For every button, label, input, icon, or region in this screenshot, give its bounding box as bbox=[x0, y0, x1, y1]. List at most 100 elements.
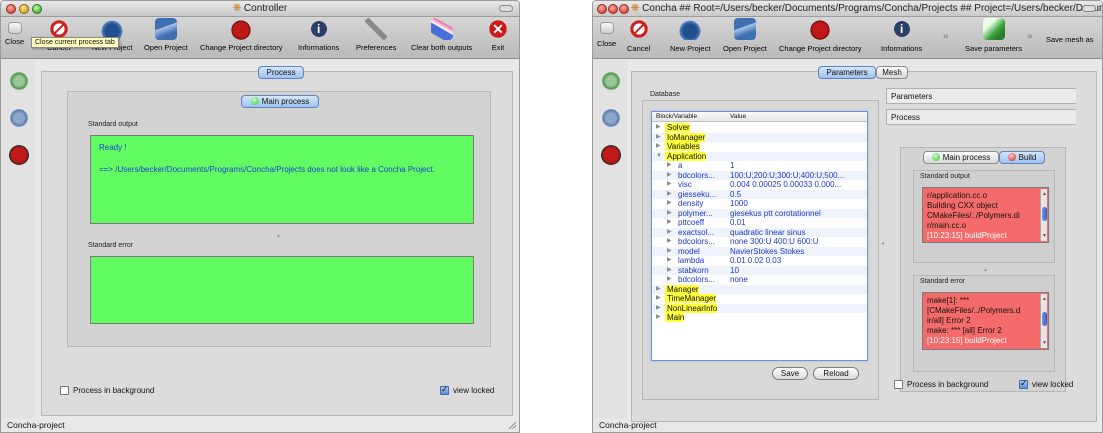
tree-row[interactable]: ▶ bdcolors... 100:U;200:U;300:U;400:U;500.… bbox=[652, 170, 867, 180]
checkbox-box[interactable] bbox=[60, 386, 69, 395]
standard-error-box[interactable] bbox=[90, 256, 474, 324]
tree-row[interactable]: ▶ giesseku... 0.5 bbox=[652, 189, 867, 199]
output-scrollbar[interactable]: ▲ ▼ bbox=[1040, 189, 1047, 241]
expand-triangle-icon[interactable]: ▶ bbox=[656, 313, 661, 322]
tree-row[interactable]: ▶ Manager bbox=[652, 284, 867, 294]
tree-row[interactable]: ▶ model NavierStokes Stokes bbox=[652, 246, 867, 256]
expand-triangle-icon[interactable]: ▶ bbox=[667, 190, 672, 199]
title-bar[interactable]: ❋ Concha ## Root=/Users/becker/Documents… bbox=[593, 1, 1102, 17]
standard-output-box[interactable]: r/application.cc.o Building CXX object C… bbox=[922, 187, 1049, 243]
tree-row[interactable]: ▶ NonLinearInfo bbox=[652, 303, 867, 313]
standard-output-box[interactable]: Ready ! ==> /Users/becker/Documents/Prog… bbox=[90, 135, 474, 224]
settings-gear-icon[interactable] bbox=[8, 70, 30, 92]
toolbar-toggle[interactable] bbox=[499, 5, 513, 12]
zoom-window-icon[interactable] bbox=[619, 4, 629, 14]
standard-error-box[interactable]: make[1]: *** [CMakeFiles/../Polymers.d i… bbox=[922, 292, 1049, 350]
change-directory-button[interactable]: Change Project directory bbox=[779, 18, 862, 53]
save-mesh-button[interactable]: Save mesh as bbox=[1046, 35, 1094, 44]
view-locked-checkbox[interactable]: view locked bbox=[440, 384, 494, 395]
expand-triangle-icon[interactable]: ▶ bbox=[656, 142, 661, 151]
informations-button[interactable]: i Informations bbox=[881, 18, 922, 53]
tree-row[interactable]: ▶ TimeManager bbox=[652, 294, 867, 303]
expand-triangle-icon[interactable]: ▶ bbox=[656, 304, 661, 313]
toolbar-overflow-chevron[interactable]: » bbox=[1027, 31, 1033, 42]
process-gear-icon[interactable] bbox=[8, 107, 30, 129]
scroll-thumb[interactable] bbox=[1042, 207, 1047, 221]
expand-triangle-icon[interactable]: ▶ bbox=[667, 228, 672, 237]
tree-row[interactable]: ▶ lambda 0.01 0.02 0.03 bbox=[652, 256, 867, 265]
tab-parameters[interactable]: Parameters bbox=[818, 66, 876, 79]
expand-triangle-icon[interactable]: ▶ bbox=[667, 247, 672, 256]
main-process-button[interactable]: Main process bbox=[241, 95, 319, 108]
tab-mesh[interactable]: Mesh bbox=[876, 66, 908, 79]
process-in-background-checkbox[interactable]: Process in background bbox=[60, 386, 154, 395]
save-parameters-button[interactable]: Save parameters bbox=[965, 18, 1022, 53]
checkbox-box[interactable] bbox=[894, 380, 903, 389]
splitter-handle[interactable]: ▴ bbox=[984, 266, 987, 273]
collapse-triangle-icon[interactable]: ▼ bbox=[656, 152, 662, 161]
settings-gear-icon[interactable] bbox=[600, 70, 622, 92]
scroll-down-icon[interactable]: ▼ bbox=[1041, 231, 1048, 241]
tree-row[interactable]: ▶ polymer... giesekus ptt corotationnel bbox=[652, 208, 867, 218]
close-tab-button[interactable]: Close bbox=[5, 18, 24, 46]
tree-row[interactable]: ▼ Application bbox=[652, 151, 867, 161]
expand-triangle-icon[interactable]: ▶ bbox=[667, 161, 672, 170]
new-project-button[interactable]: New Project bbox=[670, 18, 710, 53]
mesh-icon[interactable] bbox=[600, 143, 622, 165]
tree-row[interactable]: ▶ density 1000 bbox=[652, 199, 867, 208]
tree-row[interactable]: ▶ IoManager bbox=[652, 132, 867, 142]
close-tab-button[interactable]: Close bbox=[597, 18, 616, 48]
cancel-button[interactable]: Cancel bbox=[627, 18, 650, 53]
expand-triangle-icon[interactable]: ▶ bbox=[667, 237, 672, 246]
expand-triangle-icon[interactable]: ▶ bbox=[667, 266, 672, 275]
expand-triangle-icon[interactable]: ▶ bbox=[667, 180, 672, 189]
preferences-button[interactable]: Preferences bbox=[356, 18, 396, 52]
open-project-button[interactable]: Open Project bbox=[723, 18, 767, 53]
splitter-handle[interactable]: ◂ bbox=[881, 240, 884, 247]
tree-row[interactable]: ▶ bdcolors... none bbox=[652, 275, 867, 284]
expand-triangle-icon[interactable]: ▶ bbox=[656, 133, 661, 142]
minimize-window-icon[interactable] bbox=[608, 4, 618, 14]
clear-outputs-button[interactable]: Clear both outputs bbox=[411, 18, 472, 52]
save-button[interactable]: Save bbox=[772, 367, 808, 380]
exit-button[interactable]: ✕ Exit bbox=[487, 18, 509, 52]
tab-process[interactable]: Process bbox=[258, 66, 304, 79]
expand-triangle-icon[interactable]: ▶ bbox=[667, 275, 672, 284]
side-tab-process[interactable]: Process bbox=[886, 109, 1076, 125]
title-bar[interactable]: ❋ Controller bbox=[1, 1, 519, 17]
informations-button[interactable]: i Informations bbox=[298, 18, 339, 52]
expand-triangle-icon[interactable]: ▶ bbox=[667, 209, 672, 218]
expand-triangle-icon[interactable]: ▶ bbox=[656, 123, 661, 132]
reload-button[interactable]: Reload bbox=[813, 367, 859, 380]
side-tab-parameters[interactable]: Parameters bbox=[886, 88, 1076, 104]
expand-triangle-icon[interactable]: ▶ bbox=[667, 199, 672, 208]
expand-triangle-icon[interactable]: ▶ bbox=[656, 294, 661, 303]
expand-triangle-icon[interactable]: ▶ bbox=[667, 218, 672, 227]
tree-row[interactable]: ▶ Main bbox=[652, 313, 867, 322]
resize-grip-icon[interactable] bbox=[509, 422, 516, 429]
scroll-up-icon[interactable]: ▲ bbox=[1041, 189, 1048, 199]
checkbox-box-checked[interactable] bbox=[1019, 378, 1028, 389]
tree-row[interactable]: ▶ Solver bbox=[652, 123, 867, 132]
main-process-button[interactable]: Main process bbox=[923, 151, 999, 164]
build-button[interactable]: Build bbox=[999, 151, 1045, 164]
process-gear-icon[interactable] bbox=[600, 107, 622, 129]
tree-row[interactable]: ▶ bdcolors... none 300:U 400:U 600:U bbox=[652, 237, 867, 246]
splitter-handle[interactable]: ▴ bbox=[277, 232, 280, 239]
process-in-background-checkbox[interactable]: Process in background bbox=[894, 380, 988, 389]
scroll-thumb[interactable] bbox=[1042, 312, 1047, 326]
change-directory-button[interactable]: Change Project directory bbox=[200, 18, 283, 52]
scroll-down-icon[interactable]: ▼ bbox=[1041, 338, 1048, 348]
view-locked-checkbox[interactable]: view locked bbox=[1019, 378, 1073, 389]
open-project-button[interactable]: Open Project bbox=[144, 18, 188, 52]
tree-row[interactable]: ▶ stabkorn 10 bbox=[652, 265, 867, 275]
toolbar-toggle[interactable] bbox=[1082, 5, 1096, 12]
parameter-tree[interactable]: Block/Variable Value ▶ Solver ▶ IoManager ▶ V… bbox=[651, 111, 868, 361]
tree-row[interactable]: ▶ Variables bbox=[652, 142, 867, 151]
tree-row[interactable]: ▶ pttcoeff 0.01 bbox=[652, 218, 867, 227]
scroll-up-icon[interactable]: ▲ bbox=[1041, 294, 1048, 304]
toolbar-overflow-chevron[interactable]: » bbox=[943, 31, 949, 42]
tree-row[interactable]: ▶ visc 0.004 0.00025 0.00033 0.000... bbox=[652, 180, 867, 189]
tree-row[interactable]: ▶ exactsol... quadratic linear sinus bbox=[652, 227, 867, 237]
error-scrollbar[interactable]: ▲ ▼ bbox=[1040, 294, 1047, 348]
